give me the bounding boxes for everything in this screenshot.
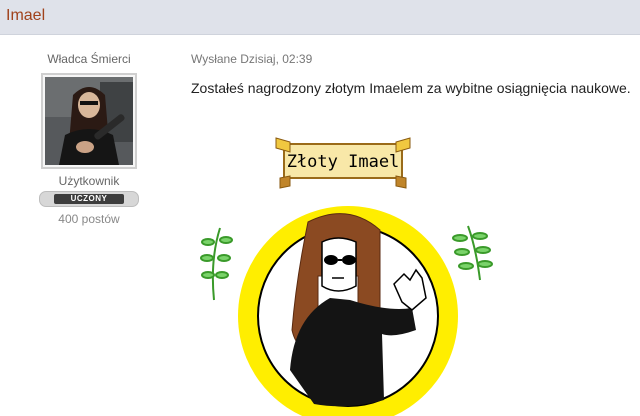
avatar[interactable]	[45, 77, 133, 165]
left-laurel-branch	[200, 227, 233, 301]
rank-badge-label: UCZONY	[54, 194, 124, 204]
post-body-text: Zostałeś nagrodzony złotym Imaelem za wy…	[191, 80, 631, 96]
topic-header-bar: Imael	[0, 0, 640, 35]
post-timestamp: Wysłane Dzisiaj, 02:39	[191, 52, 313, 66]
avatar-frame	[41, 73, 137, 169]
author-name[interactable]: Władca Śmierci	[20, 52, 158, 66]
author-role: Użytkownik	[58, 174, 120, 188]
scroll-banner: Złoty Imael	[275, 137, 411, 189]
author-post-count: 400 postów	[58, 212, 120, 226]
topic-title: Imael	[6, 7, 46, 24]
post-image: Złoty Imael	[198, 130, 502, 416]
right-laurel-branch	[452, 225, 493, 281]
rank-badge: UCZONY	[39, 191, 139, 207]
scroll-text: Złoty Imael	[287, 152, 400, 172]
post-author-panel: Władca Śmierci Użytkownik UCZONY 400 pos…	[20, 52, 158, 226]
